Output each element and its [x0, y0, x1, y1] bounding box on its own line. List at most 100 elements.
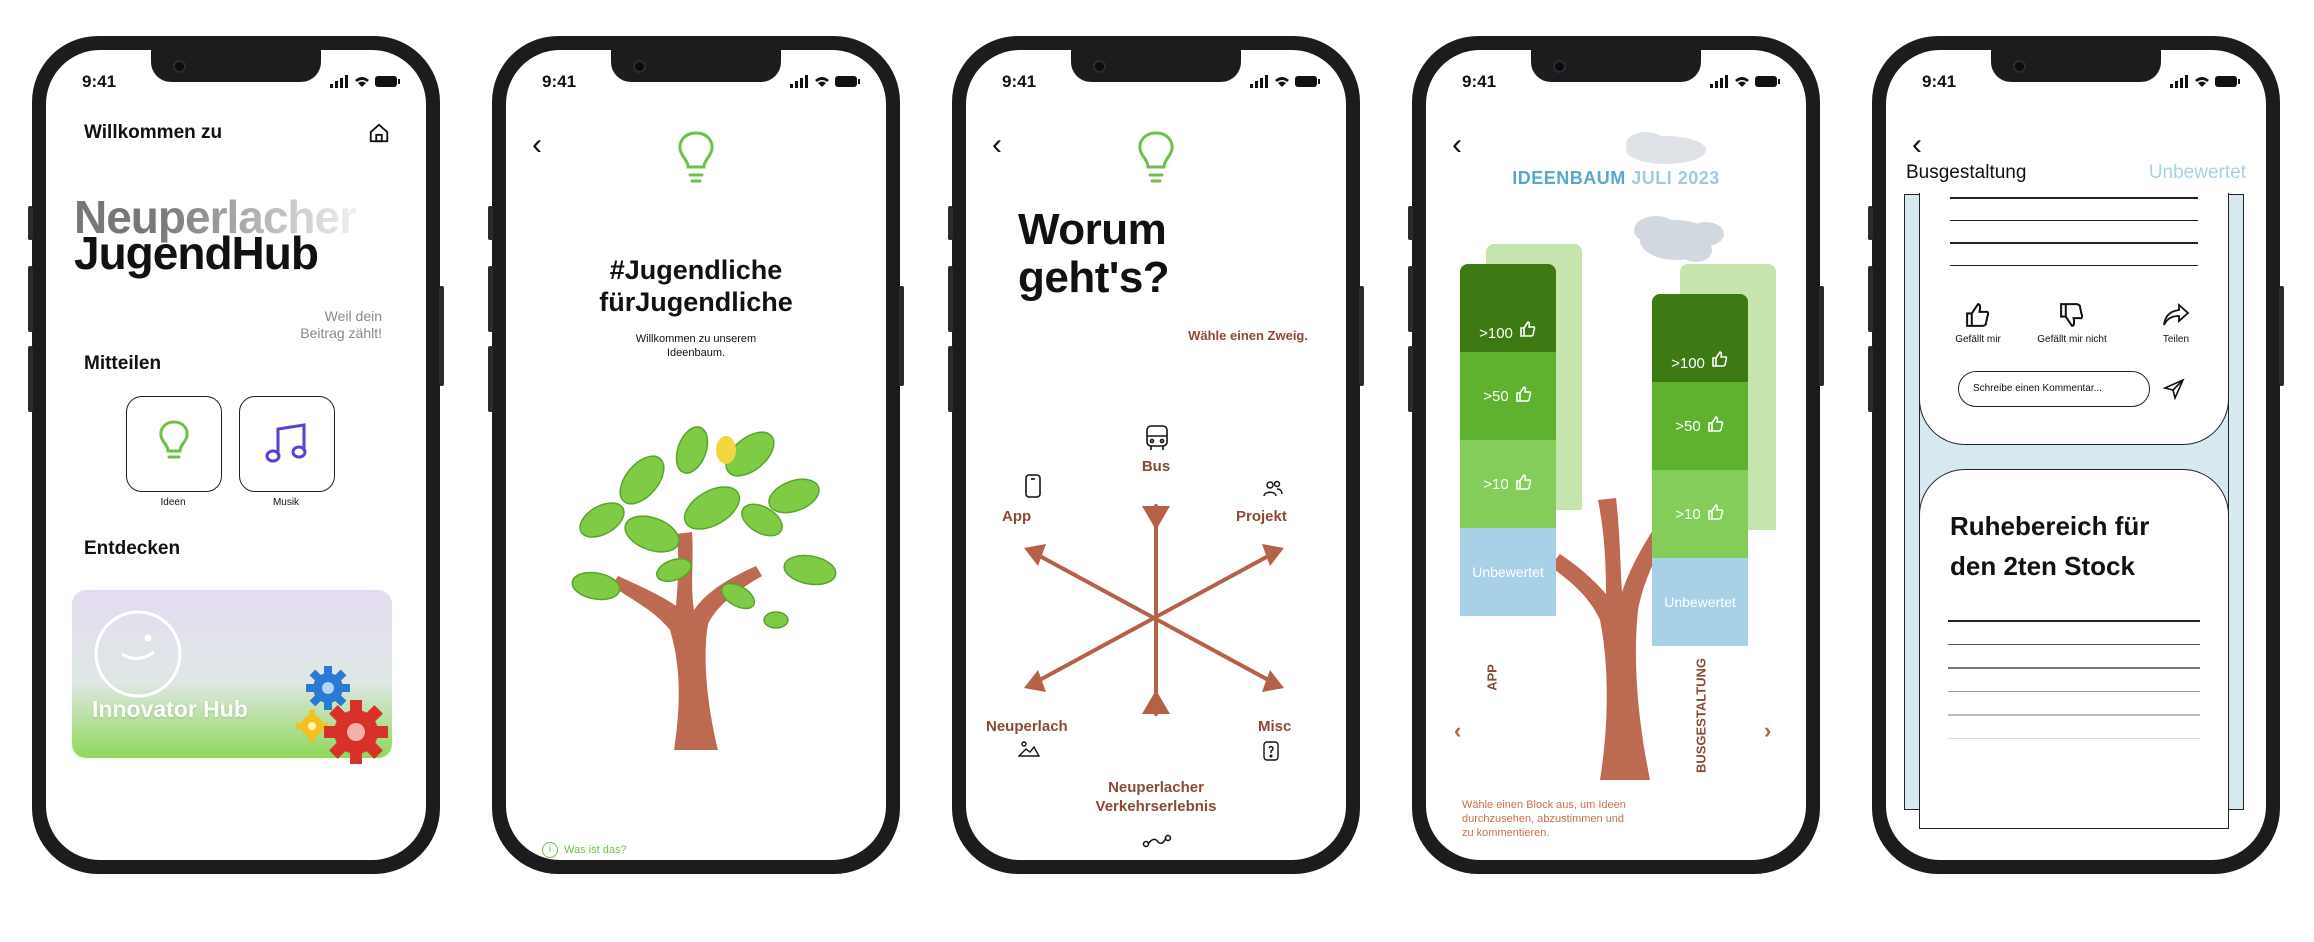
app-title: JugendHub: [74, 227, 319, 279]
status-icons: [1710, 75, 1780, 94]
lightbulb-icon: [1136, 130, 1176, 193]
bus-icon[interactable]: [1144, 424, 1170, 457]
bus-block-50[interactable]: >50: [1652, 382, 1748, 470]
status-time: 9:41: [1922, 72, 1957, 91]
tree-help-line-1: Wähle einen Block aus, um Ideen: [1462, 799, 1626, 811]
share-action[interactable]: Teilen: [2146, 301, 2206, 345]
branch-neuperlach-label[interactable]: Neuperlach: [986, 718, 1068, 735]
idea-list-panel: Gefällt mir Gefällt mir nicht Teilen Sch…: [1904, 193, 2244, 829]
landscape-icon: [1017, 740, 1041, 763]
tree-title: IDEENBAUM JULI 2023: [1426, 168, 1806, 189]
welcome-label: Willkommen zu: [84, 122, 223, 143]
bus-block-10[interactable]: >10: [1652, 470, 1748, 558]
branch-misc-label[interactable]: Misc: [1258, 718, 1291, 735]
text-placeholder-lines: [1950, 197, 2198, 266]
rating-status: Unbewertet: [2148, 162, 2246, 183]
like-action[interactable]: Gefällt mir: [1948, 301, 2008, 345]
status-bar: 9:41: [966, 70, 1346, 94]
phone-frame-1: 9:41 Willkommen zu Neuperlacher JugendHu…: [28, 36, 444, 874]
bus-block-10-label: >10: [1675, 505, 1701, 523]
status-time: 9:41: [82, 72, 117, 91]
thumbs-up-icon: [1707, 503, 1725, 525]
phone-frame-2: 9:41 ‹ #Jugendliche fürJugendliche Willk…: [488, 36, 904, 874]
tagline-line-2: Beitrag zählt!: [300, 325, 382, 341]
branch-verkehr-line-2: Verkehrserlebnis: [1095, 798, 1217, 815]
tagline-line-1: Weil dein: [324, 308, 382, 324]
bus-block-100[interactable]: >100: [1652, 294, 1748, 382]
send-icon[interactable]: [2162, 377, 2186, 406]
app-block-unrated[interactable]: Unbewertet: [1460, 528, 1556, 616]
help-icon: [1262, 740, 1280, 767]
info-icon: i: [542, 842, 558, 858]
tree-title-main: IDEENBAUM: [1512, 168, 1626, 188]
screen-home: 9:41 Willkommen zu Neuperlacher JugendHu…: [46, 50, 426, 860]
screen-branch-select: 9:41 ‹ Worum geht's? Wähle einen Zweig.: [966, 50, 1346, 860]
like-label: Gefällt mir: [1955, 334, 2001, 345]
branch-verkehr-label[interactable]: Neuperlacher Verkehrserlebnis: [1056, 778, 1256, 816]
route-icon: [1142, 834, 1172, 853]
section-share-heading: Mitteilen: [84, 353, 162, 374]
status-time: 9:41: [1462, 72, 1497, 91]
innovator-hub-card[interactable]: Innovator Hub: [72, 590, 392, 764]
tile-ideas-label: Ideen: [160, 497, 186, 508]
branch-bus-label[interactable]: Bus: [1116, 458, 1196, 475]
home-icon[interactable]: [368, 122, 390, 149]
app-block-10-label: >10: [1483, 475, 1509, 493]
branch-hint: Wähle einen Zweig.: [1188, 328, 1308, 343]
app-block-unrated-label: Unbewertet: [1472, 564, 1544, 580]
back-chevron-icon[interactable]: ‹: [992, 130, 1002, 160]
bus-block-50-label: >50: [1675, 417, 1701, 435]
bus-block-unrated-label: Unbewertet: [1664, 594, 1736, 610]
bus-column: >100 >50 >10 Unbewertet: [1652, 294, 1748, 646]
next-arrow-icon[interactable]: ›: [1764, 718, 1771, 744]
dislike-action[interactable]: Gefällt mir nicht: [2022, 301, 2122, 345]
thumbs-up-icon: [1515, 473, 1533, 495]
screen-idea-list: 9:41 ‹ Busgestaltung Unbewertet Gefällt: [1886, 50, 2266, 860]
gears-icon: [294, 666, 392, 771]
status-icons: [790, 75, 860, 94]
branch-heading-line-1: Worum: [1018, 205, 1167, 254]
previous-arrow-icon[interactable]: ‹: [1454, 718, 1461, 744]
status-bar: 9:41: [1886, 70, 2266, 94]
tree-help-line-3: zu kommentieren.: [1462, 827, 1550, 839]
idea-card-title-line-1: Ruhebereich für: [1950, 511, 2150, 541]
idea-card-title-line-2: den 2ten Stock: [1950, 551, 2135, 581]
app-block-100[interactable]: >100: [1460, 264, 1556, 352]
back-chevron-icon[interactable]: ‹: [1452, 130, 1462, 160]
tree-help-line-2: durchzusehen, abzustimmen und: [1462, 813, 1625, 825]
branch-app-label[interactable]: App: [1002, 508, 1031, 525]
idea-card-1[interactable]: Gefällt mir Gefällt mir nicht Teilen Sch…: [1919, 193, 2229, 445]
intro-heading-line-2: fürJugendliche: [599, 287, 793, 317]
tile-music[interactable]: [239, 396, 335, 492]
app-block-100-label: >100: [1479, 325, 1513, 342]
group-icon[interactable]: [1262, 480, 1284, 503]
branch-projekt-label[interactable]: Projekt: [1236, 508, 1287, 525]
screen-idea-tree: 9:41 ‹ IDEENBAUM JULI 2023 >100 >50 >10 …: [1426, 50, 1806, 860]
comment-placeholder: Schreibe einen Kommentar...: [1973, 383, 2102, 394]
lightbulb-icon: [157, 419, 191, 472]
thumbs-up-icon: [1515, 385, 1533, 407]
music-note-icon: [264, 423, 310, 470]
intro-subtext: Willkommen zu unserem Ideenbaum.: [506, 332, 886, 360]
status-time: 9:41: [542, 72, 577, 91]
branch-verkehr-line-1: Neuperlacher: [1108, 779, 1204, 796]
branch-star-diagram: [966, 430, 1346, 765]
info-link[interactable]: i Was ist das?: [542, 842, 627, 858]
share-label: Teilen: [2162, 334, 2190, 345]
back-chevron-icon[interactable]: ‹: [1912, 130, 1922, 160]
tile-ideas[interactable]: [126, 396, 222, 492]
bus-block-unrated[interactable]: Unbewertet: [1652, 558, 1748, 646]
status-bar: 9:41: [506, 70, 886, 94]
innovator-hub-title: Innovator Hub: [92, 696, 248, 722]
phone-icon[interactable]: [1024, 474, 1042, 503]
branch-title: Busgestaltung: [1906, 162, 2027, 183]
comment-input[interactable]: Schreibe einen Kommentar...: [1958, 371, 2150, 407]
idea-card-2[interactable]: Ruhebereich für den 2ten Stock: [1919, 469, 2229, 829]
app-block-10[interactable]: >10: [1460, 440, 1556, 528]
intro-heading: #Jugendliche fürJugendliche: [506, 254, 886, 318]
app-block-50[interactable]: >50: [1460, 352, 1556, 440]
thumbs-up-icon: [1711, 350, 1729, 372]
status-icons: [1250, 75, 1320, 94]
back-chevron-icon[interactable]: ‹: [532, 130, 542, 160]
text-placeholder-lines: [1948, 620, 2200, 739]
